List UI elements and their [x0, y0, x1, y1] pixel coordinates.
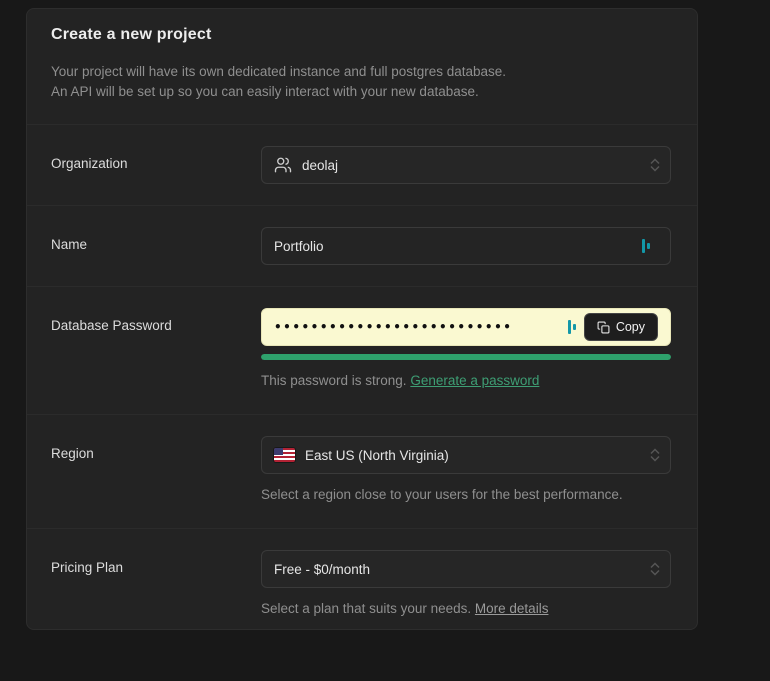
password-manager-extension-icon[interactable] [642, 239, 650, 253]
organization-label: Organization [51, 146, 261, 171]
region-row: Region East US (North Virginia) Select a… [27, 414, 697, 528]
organization-select[interactable]: deolaj [261, 146, 671, 184]
name-label: Name [51, 227, 261, 252]
region-value: East US (North Virginia) [305, 448, 449, 463]
dialog-description-line1: Your project will have its own dedicated… [51, 62, 673, 82]
more-details-link[interactable]: More details [475, 601, 549, 616]
region-select[interactable]: East US (North Virginia) [261, 436, 671, 474]
organization-value: deolaj [302, 158, 338, 173]
plan-label: Pricing Plan [51, 550, 261, 575]
region-helper: Select a region close to your users for … [261, 487, 671, 502]
plan-select[interactable]: Free - $0/month [261, 550, 671, 588]
password-label: Database Password [51, 308, 261, 333]
generate-password-link[interactable]: Generate a password [410, 373, 539, 388]
plan-helper: Select a plan that suits your needs. Mor… [261, 601, 671, 616]
chevron-updown-icon [650, 563, 660, 576]
organization-row: Organization deolaj [27, 124, 697, 205]
dialog-header: Create a new project Your project will h… [27, 9, 697, 124]
name-input-wrapper [261, 227, 671, 265]
chevron-updown-icon [650, 449, 660, 462]
password-manager-extension-icon[interactable] [568, 320, 576, 334]
password-input[interactable] [274, 309, 560, 345]
copy-password-button[interactable]: Copy [584, 313, 658, 341]
copy-icon [597, 321, 610, 334]
password-helper: This password is strong. Generate a pass… [261, 373, 671, 388]
password-row: Database Password Copy [27, 286, 697, 414]
password-input-wrapper: Copy [261, 308, 671, 346]
password-strength-fill [261, 354, 671, 360]
us-flag-icon [274, 448, 295, 462]
region-label: Region [51, 436, 261, 461]
users-icon [274, 156, 292, 174]
create-project-dialog: Create a new project Your project will h… [26, 8, 698, 630]
plan-helper-text: Select a plan that suits your needs. [261, 601, 471, 616]
name-row: Name [27, 205, 697, 286]
dialog-description-line2: An API will be set up so you can easily … [51, 82, 673, 102]
plan-value: Free - $0/month [274, 562, 370, 577]
plan-row: Pricing Plan Free - $0/month Select a pl… [27, 528, 697, 630]
page-title: Create a new project [51, 26, 673, 44]
dialog-description: Your project will have its own dedicated… [51, 62, 673, 102]
copy-button-label: Copy [616, 320, 645, 334]
password-strength-text: This password is strong. [261, 373, 407, 388]
chevron-updown-icon [650, 159, 660, 172]
password-strength-bar [261, 354, 671, 360]
name-input[interactable] [274, 228, 634, 264]
